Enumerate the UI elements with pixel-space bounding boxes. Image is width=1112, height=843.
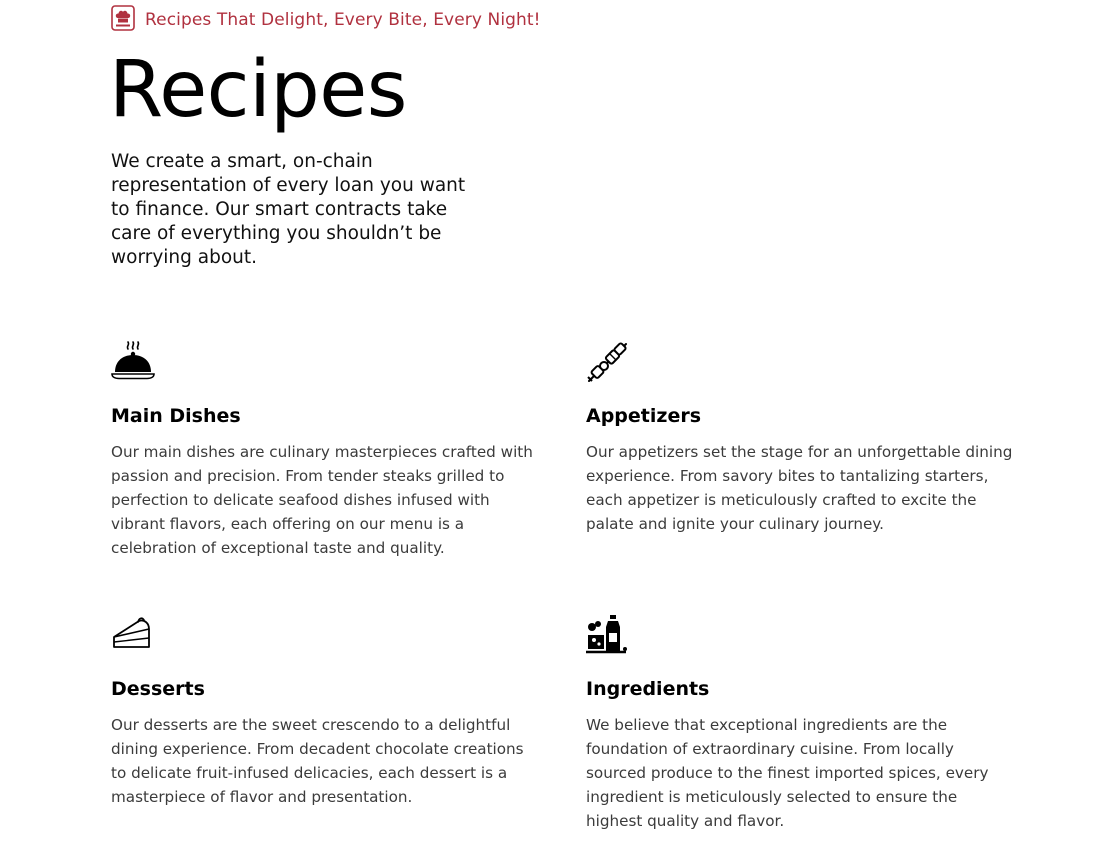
intro-text: We create a smart, on-chain representati…: [111, 151, 466, 268]
tagline: Recipes That Delight, Every Bite, Every …: [111, 5, 541, 31]
category-title: Ingredients: [586, 678, 710, 700]
category-description: We believe that exceptional ingredients …: [586, 716, 989, 830]
category-card-ingredients: Ingredients We believe that exceptional …: [586, 613, 1016, 833]
category-description: Our desserts are the sweet crescendo to …: [111, 716, 524, 806]
category-card-main-dishes: Main Dishes Our main dishes are culinary…: [111, 340, 541, 560]
cloche-icon: [111, 341, 155, 380]
category-card-appetizers: Appetizers Our appetizers set the stage …: [586, 340, 1016, 536]
tagline-text: Recipes That Delight, Every Bite, Every …: [145, 10, 541, 30]
chef-hat-icon: [111, 5, 135, 31]
category-description: Our appetizers set the stage for an unfo…: [586, 443, 1013, 533]
page-title: Recipes: [109, 45, 407, 135]
category-card-desserts: Desserts Our desserts are the sweet cres…: [111, 613, 541, 809]
skewer-icon: [587, 342, 627, 382]
category-title: Desserts: [111, 678, 205, 700]
cake-slice-icon: [113, 617, 150, 648]
category-description: Our main dishes are culinary masterpiece…: [111, 443, 533, 557]
ingredients-icon: [586, 615, 627, 654]
category-title: Main Dishes: [111, 405, 241, 427]
category-title: Appetizers: [586, 405, 702, 427]
